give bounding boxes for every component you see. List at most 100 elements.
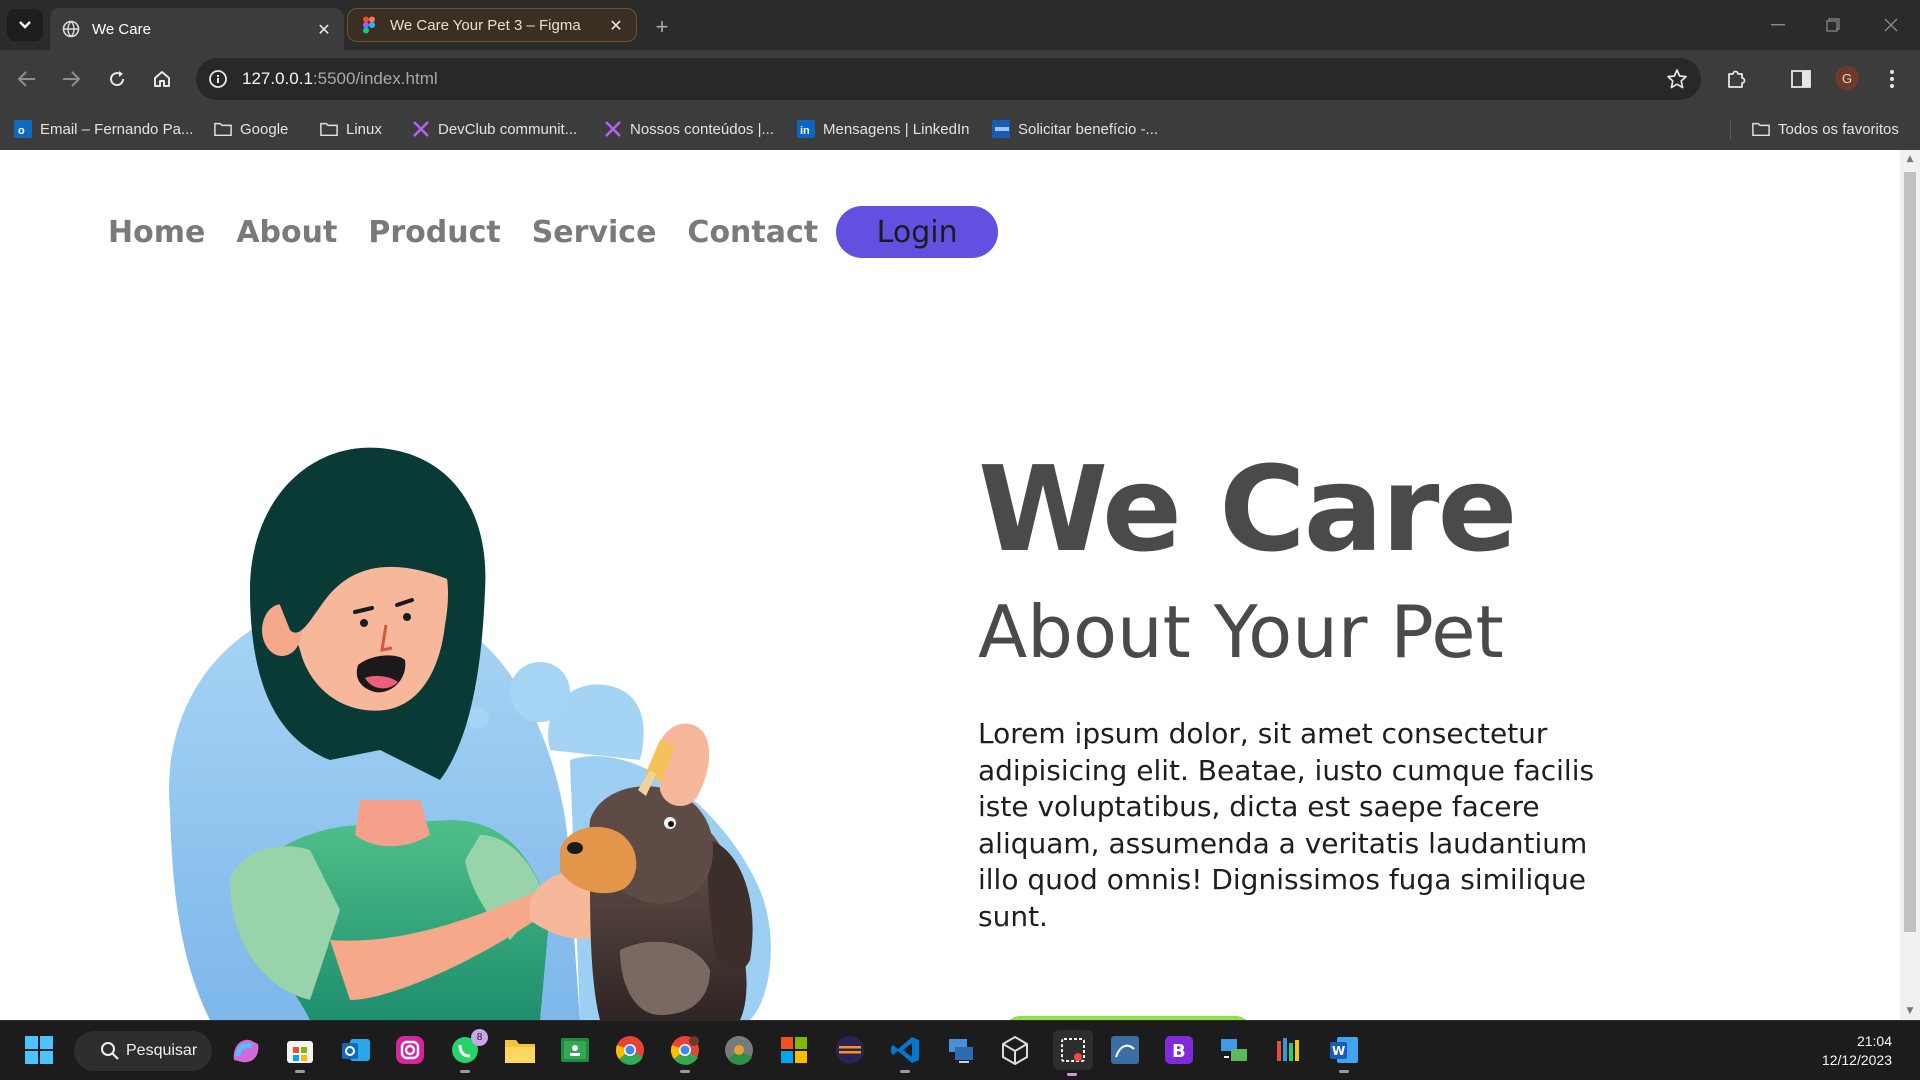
tab-title: We Care xyxy=(92,20,151,38)
bookmark-star-icon[interactable] xyxy=(1665,67,1689,91)
classroom-icon[interactable] xyxy=(558,1033,592,1067)
new-tab-button[interactable]: + xyxy=(648,13,676,41)
tab-we-care[interactable]: We Care ✕ xyxy=(50,8,344,50)
system-clock[interactable]: 21:04 12/12/2023 xyxy=(1822,1032,1892,1070)
tab-search-button[interactable] xyxy=(7,9,43,41)
minimize-icon[interactable] xyxy=(1764,12,1792,38)
folder-icon xyxy=(1752,120,1770,138)
virtualbox-icon[interactable] xyxy=(998,1033,1032,1067)
snipping-tool-icon[interactable] xyxy=(1053,1030,1093,1076)
back-button[interactable] xyxy=(12,64,42,94)
eclipse-icon[interactable] xyxy=(833,1033,867,1067)
nav-service[interactable]: Service xyxy=(532,215,657,250)
bootstrap-studio-icon[interactable]: B xyxy=(1162,1033,1196,1067)
home-button[interactable] xyxy=(147,64,177,94)
more-vert-icon xyxy=(1890,70,1894,88)
svg-text:B: B xyxy=(1172,1041,1186,1062)
chrome-canary-icon[interactable] xyxy=(722,1033,756,1067)
profile-avatar[interactable]: G xyxy=(1835,66,1859,90)
puzzle-icon xyxy=(1728,70,1746,88)
folder-icon xyxy=(320,120,338,138)
microsoft-apps-icon[interactable] xyxy=(777,1033,811,1067)
hero-description: Lorem ipsum dolor, sit amet consectetur … xyxy=(978,717,1595,933)
browser-toolbar: 127.0.0.1:5500/index.html G xyxy=(0,50,1920,108)
reload-button[interactable] xyxy=(102,64,132,94)
page-scrollbar[interactable]: ▲ ▼ xyxy=(1900,150,1920,1020)
bookmark-inss[interactable]: Solicitar benefício -... xyxy=(992,117,1158,141)
library-app-icon[interactable] xyxy=(1272,1033,1306,1067)
running-indicator xyxy=(460,1070,470,1073)
taskbar-search[interactable]: Pesquisar xyxy=(74,1031,212,1071)
chrome-profile-icon[interactable] xyxy=(668,1033,702,1073)
remote-desktop-icon[interactable] xyxy=(943,1033,977,1067)
mysql-workbench-icon[interactable] xyxy=(1108,1033,1142,1067)
reload-icon xyxy=(110,71,125,87)
address-bar[interactable]: 127.0.0.1:5500/index.html xyxy=(196,58,1701,100)
bookmarks-bar: o Email – Fernando Pa... Google Linux De… xyxy=(0,108,1920,150)
scrollbar-thumb[interactable] xyxy=(1904,172,1916,932)
bookmark-linkedin[interactable]: in Mensagens | LinkedIn xyxy=(797,117,970,141)
hero-title: We Care xyxy=(978,440,1518,578)
linkedin-icon: in xyxy=(797,120,815,138)
store-icon[interactable] xyxy=(283,1033,317,1073)
bookmark-devclub[interactable]: DevClub communit... xyxy=(412,117,577,141)
bookmarks-divider xyxy=(1730,120,1731,140)
home-icon xyxy=(154,71,170,87)
tab-title: We Care Your Pet 3 – Figma xyxy=(390,16,581,34)
running-indicator xyxy=(295,1070,305,1073)
network-tool-icon[interactable] xyxy=(1217,1033,1251,1067)
running-indicator xyxy=(900,1070,910,1073)
word-icon[interactable]: W xyxy=(1327,1033,1361,1073)
devclub-icon xyxy=(604,120,622,138)
side-panel-icon xyxy=(1791,70,1811,88)
hero-subtitle: About Your Pet xyxy=(978,590,1504,674)
nav-about[interactable]: About xyxy=(236,215,337,250)
nav-home[interactable]: Home xyxy=(108,215,205,250)
chevron-down-icon xyxy=(19,21,31,29)
instagram-icon[interactable] xyxy=(393,1033,427,1067)
scroll-down-icon[interactable]: ▼ xyxy=(1905,1006,1915,1016)
bookmark-email[interactable]: o Email – Fernando Pa... xyxy=(14,117,193,141)
login-button[interactable]: Login xyxy=(836,206,999,258)
bookmark-google[interactable]: Google xyxy=(214,117,288,141)
scroll-up-icon[interactable]: ▲ xyxy=(1905,154,1915,164)
url-text: 127.0.0.1:5500/index.html xyxy=(242,69,438,88)
taskbar: Pesquisar 8 B W 21:04 12/12/2023 xyxy=(0,1020,1920,1080)
running-indicator xyxy=(1067,1073,1077,1076)
vscode-icon[interactable] xyxy=(888,1033,922,1073)
windows-start-icon[interactable] xyxy=(22,1033,56,1067)
side-panel-button[interactable] xyxy=(1786,64,1816,94)
extensions-button[interactable] xyxy=(1721,64,1751,94)
chrome-icon[interactable] xyxy=(613,1033,647,1067)
tab-bar: We Care ✕ We Care Your Pet 3 – Figma ✕ + xyxy=(0,0,1920,50)
bookmark-conteudos[interactable]: Nossos conteúdos |... xyxy=(604,117,774,141)
restore-icon[interactable] xyxy=(1819,12,1847,38)
forward-button[interactable] xyxy=(56,64,86,94)
site-info-icon[interactable] xyxy=(206,67,230,91)
folder-icon xyxy=(214,120,232,138)
outlook-new-icon[interactable] xyxy=(339,1033,373,1067)
tab-figma[interactable]: We Care Your Pet 3 – Figma ✕ xyxy=(347,8,637,42)
arrow-left-icon xyxy=(17,71,35,87)
running-indicator xyxy=(680,1070,690,1073)
bookmark-linux[interactable]: Linux xyxy=(320,117,382,141)
hero-illustration xyxy=(169,447,771,1020)
copilot-icon[interactable] xyxy=(229,1033,263,1067)
close-tab-icon[interactable]: ✕ xyxy=(312,17,336,41)
arrow-right-icon xyxy=(63,71,81,87)
close-window-icon[interactable] xyxy=(1877,12,1905,38)
menu-button[interactable] xyxy=(1877,64,1907,94)
svg-text:o: o xyxy=(18,125,25,137)
notification-badge: 8 xyxy=(471,1029,488,1046)
file-explorer-icon[interactable] xyxy=(503,1033,537,1067)
inss-icon xyxy=(992,120,1010,138)
page-viewport: Home About Product Service Contact Login xyxy=(0,150,1900,1020)
nav-contact[interactable]: Contact xyxy=(687,215,818,250)
all-bookmarks-button[interactable]: Todos os favoritos xyxy=(1752,117,1899,141)
nav-product[interactable]: Product xyxy=(368,215,500,250)
running-indicator xyxy=(1339,1070,1349,1073)
close-tab-icon[interactable]: ✕ xyxy=(604,13,628,37)
devclub-icon xyxy=(412,120,430,138)
whatsapp-icon[interactable]: 8 xyxy=(448,1029,488,1073)
svg-text:in: in xyxy=(800,125,810,137)
